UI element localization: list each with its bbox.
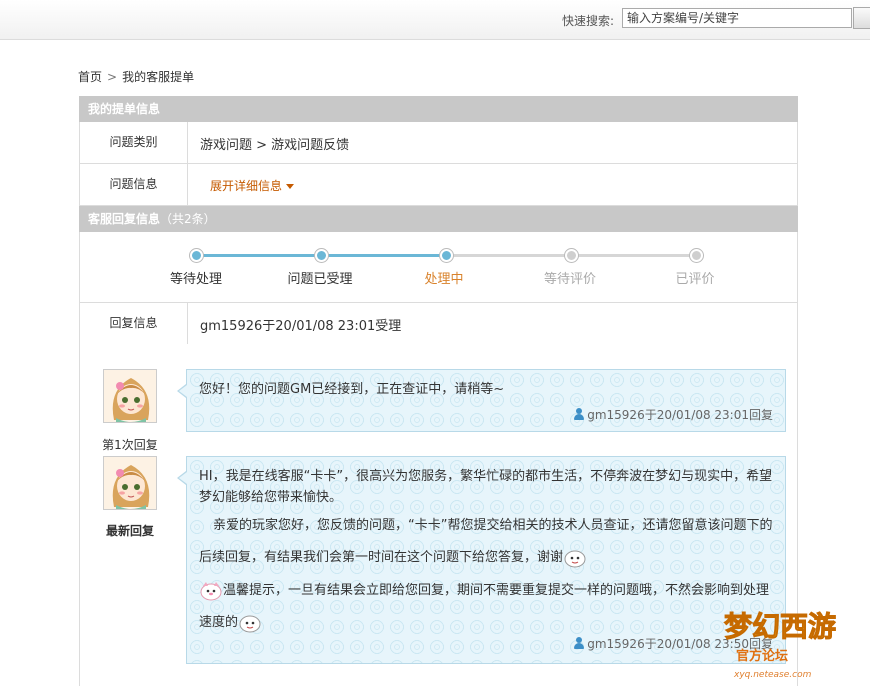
reply-thread: 第1次回复 您好！您的问题GM已经接到，正在查证中，请稍等~ gm15926于2…: [79, 344, 798, 686]
reply-1-text: 您好！您的问题GM已经接到，正在查证中，请稍等~: [199, 382, 505, 397]
reply-2-bubble: HI，我是在线客服“卡卡”，很高兴为您服务，繁华忙碌的都市生活，不停奔波在梦幻与…: [177, 456, 786, 664]
bubble-arrow: [177, 384, 187, 398]
avatar: [103, 456, 157, 510]
category-value: 游戏问题 > 游戏问题反馈: [200, 138, 350, 153]
forum-logo-icon: 梦幻西游 官方论坛 xyq.netease.com: [724, 610, 837, 681]
breadcrumb-home-link[interactable]: 首页: [78, 70, 102, 84]
caret-down-icon: [286, 184, 295, 189]
reply-info-value: gm15926于20/01/08 23:01受理: [200, 319, 402, 334]
avatar: [103, 369, 157, 423]
step-label-2: 问题已受理: [287, 272, 353, 287]
avatar-girl-icon: [104, 370, 156, 422]
step-dot-3: [440, 249, 453, 262]
category-row: 问题类别 游戏问题 > 游戏问题反馈: [79, 122, 798, 164]
reply-2-line-1: HI，我是在线客服“卡卡”，很高兴为您服务，繁华忙碌的都市生活，不停奔波在梦幻与…: [199, 469, 773, 505]
smiley-face-icon: [239, 615, 261, 632]
reply-1-meta: gm15926于20/01/08 23:01回复: [573, 406, 773, 423]
reply-info-label: 回复信息: [80, 303, 188, 344]
watermark-title: 梦幻西游: [724, 610, 836, 643]
step-label-4: 等待评价: [543, 272, 596, 287]
user-icon: [573, 408, 585, 420]
category-label: 问题类别: [80, 122, 188, 163]
bubble-arrow: [177, 471, 187, 485]
step-dot-2: [315, 249, 328, 262]
search-label: 快速搜索:: [562, 14, 615, 28]
step-dot-1: [190, 249, 203, 262]
smiley-face-icon: [564, 550, 586, 567]
ticket-info-title: 我的提单信息: [88, 102, 161, 116]
problem-info-label: 问题信息: [80, 164, 188, 205]
reply-info-row: 回复信息 gm15926于20/01/08 23:01受理: [79, 303, 798, 345]
problem-info-row: 问题信息 展开详细信息: [79, 164, 798, 206]
avatar-girl-icon: [104, 457, 156, 509]
cute-cat-icon: [200, 581, 222, 600]
expand-details-link[interactable]: 展开详细信息: [210, 177, 295, 194]
reply-2-line-3: 温馨提示，一旦有结果会立即给您回复，期间不需要重复提交一样的问题哦，不然会影响到…: [199, 575, 773, 639]
user-icon: [573, 637, 585, 649]
step-dot-5: [690, 249, 703, 262]
breadcrumb-separator: >: [107, 70, 118, 84]
step-label-1: 等待处理: [169, 272, 222, 287]
expand-details-text[interactable]: 展开详细信息: [210, 179, 282, 193]
progress-tracker: 等待处理 问题已受理 处理中 等待评价 已评价: [79, 232, 798, 303]
search-button[interactable]: [853, 7, 870, 29]
reply-2-caption: 最新回复: [105, 524, 154, 538]
reply-1-caption: 第1次回复: [102, 438, 158, 452]
reply-1-bubble: 您好！您的问题GM已经接到，正在查证中，请稍等~ gm15926于20/01/0…: [177, 369, 786, 432]
step-label-3: 处理中: [424, 272, 464, 287]
ticket-info-header: 我的提单信息: [79, 96, 798, 122]
reply-2-line-3-text: 温馨提示，一旦有结果会立即给您回复，期间不需要重复提交一样的问题哦，不然会影响到…: [199, 583, 770, 630]
reply-2-line-2: 亲爱的玩家您好，您反馈的问题，“卡卡”帮您提交给相关的技术人员查证，还请您留意该…: [199, 510, 773, 574]
watermark-url: xyq.netease.com: [733, 670, 812, 680]
search-input[interactable]: [622, 8, 852, 28]
breadcrumb: 首页 > 我的客服提单: [78, 68, 194, 85]
reply-count: （共2条）: [160, 212, 216, 226]
reply-info-title: 客服回复信息: [88, 212, 161, 226]
step-label-5: 已评价: [675, 272, 715, 287]
top-bar: 快速搜索:: [0, 0, 870, 40]
reply-info-header: 客服回复信息（共2条）: [79, 206, 798, 232]
step-dot-4: [565, 249, 578, 262]
reply-1-meta-text: gm15926于20/01/08 23:01回复: [587, 408, 773, 422]
breadcrumb-current: 我的客服提单: [122, 70, 195, 84]
watermark-subtext: 官方论坛: [736, 648, 788, 664]
reply-2-line-2-text: 亲爱的玩家您好，您反馈的问题，“卡卡”帮您提交给相关的技术人员查证，还请您留意该…: [199, 518, 773, 565]
forum-watermark-logo: 梦幻西游 官方论坛 xyq.netease.com: [722, 602, 862, 682]
